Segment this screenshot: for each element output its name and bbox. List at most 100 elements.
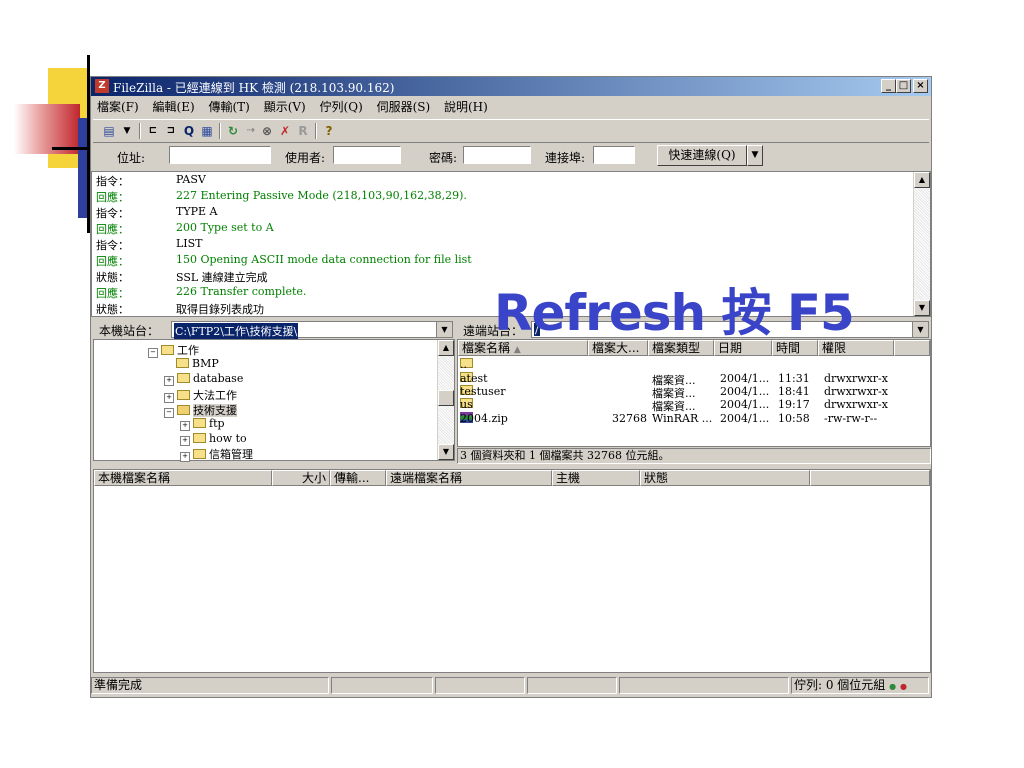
tree-item-label: 工作 [177, 344, 199, 357]
refresh-icon[interactable]: ↻ [225, 123, 241, 139]
file-permissions: drwxrwxr-x [824, 372, 888, 385]
chevron-down-icon[interactable]: ▼ [912, 322, 928, 337]
queue-column-status[interactable]: 狀態 [640, 470, 810, 486]
toggle-log-icon[interactable]: ⊏ [145, 123, 161, 139]
help-icon[interactable]: ? [321, 123, 337, 139]
file-time: 11:31 [778, 372, 810, 385]
transfer-queue: 本機檔案名稱 大小 傳輸... 遠端檔案名稱 主機 狀態 [93, 469, 931, 673]
search-icon[interactable]: Q [181, 123, 197, 139]
folder-icon [193, 433, 206, 443]
site-manager-icon[interactable]: ▤ [101, 123, 117, 139]
log-scrollbar[interactable]: ▲ ▼ [913, 172, 930, 316]
local-path-value: C:\FTP2\工作\技術支援\ [174, 323, 299, 339]
file-date: 2004/1... [720, 398, 770, 411]
chevron-down-icon[interactable]: ▼ [436, 322, 452, 337]
tree-item[interactable]: + how to [180, 432, 247, 447]
queue-column-local[interactable]: 本機檔案名稱 [94, 470, 272, 486]
receive-led-icon: ● [899, 682, 907, 691]
maximize-button[interactable]: □ [896, 79, 911, 93]
expand-icon[interactable]: + [180, 421, 190, 431]
port-input[interactable] [593, 146, 635, 164]
scroll-up-icon[interactable]: ▲ [914, 172, 930, 188]
open-folder-icon [177, 405, 190, 415]
file-date: 2004/1... [720, 412, 770, 425]
queue-column-remote[interactable]: 遠端檔案名稱 [386, 470, 552, 486]
status-bar: 準備完成 佇列: 0 個位元組 ● ● [91, 676, 931, 696]
collapse-icon[interactable]: − [164, 408, 174, 418]
status-panel [435, 677, 525, 694]
queue-column-transfer[interactable]: 傳輸... [330, 470, 386, 486]
reconnect-icon[interactable]: R [295, 123, 311, 139]
tree-item[interactable]: + 大法工作 [164, 387, 237, 403]
file-time: 10:58 [778, 412, 810, 425]
cancel-icon[interactable]: ⊗ [259, 123, 275, 139]
scroll-up-icon[interactable]: ▲ [438, 340, 454, 356]
log-kind: 回應： [96, 287, 129, 300]
file-row[interactable]: 2004.zip 32768 WinRAR ... 2004/1... 10:5… [458, 412, 930, 426]
menu-edit[interactable]: 編輯(E) [153, 100, 195, 114]
log-message: SSL 連線建立完成 [176, 271, 268, 284]
title-bar[interactable]: Z FileZilla - 已經連線到 HK 檢測 (218.103.90.16… [91, 77, 931, 96]
tree-item[interactable]: − 工作 [148, 342, 199, 358]
local-path-combo[interactable]: C:\FTP2\工作\技術支援\ ▼ [171, 321, 453, 339]
remote-summary: 3 個資料夾和 1 個檔案共 32768 位元組。 [457, 448, 931, 464]
scroll-down-icon[interactable]: ▼ [914, 300, 930, 316]
collapse-icon[interactable]: − [148, 348, 158, 358]
file-row[interactable]: .. [458, 358, 930, 372]
tree-item[interactable]: + 信箱管理 [180, 446, 253, 462]
folder-icon [177, 390, 190, 400]
send-led-icon: ● [889, 682, 897, 691]
expand-icon[interactable]: + [180, 452, 190, 462]
log-message: 227 Entering Passive Mode (218,103,90,16… [176, 189, 467, 202]
host-input[interactable] [169, 146, 271, 164]
file-row[interactable]: testuser 檔案資... 2004/1... 18:41 drwxrwxr… [458, 385, 930, 400]
menu-transfer[interactable]: 傳輸(T) [208, 100, 249, 114]
queue-column-host[interactable]: 主機 [552, 470, 640, 486]
status-queue-label: 佇列: 0 個位元組 [794, 678, 886, 692]
menu-server[interactable]: 伺服器(S) [377, 100, 431, 114]
minimize-button[interactable]: _ [881, 79, 896, 93]
disconnect-icon[interactable]: ✗ [277, 123, 293, 139]
menu-view[interactable]: 顯示(V) [264, 100, 306, 114]
scroll-down-icon[interactable]: ▼ [438, 444, 454, 460]
file-row[interactable]: us 檔案資... 2004/1... 19:17 drwxrwxr-x [458, 398, 930, 413]
status-panel [619, 677, 789, 694]
folder-icon [161, 345, 174, 355]
file-row[interactable]: atest 檔案資... 2004/1... 11:31 drwxrwxr-x [458, 372, 930, 387]
file-permissions: drwxrwxr-x [824, 385, 888, 398]
user-input[interactable] [333, 146, 401, 164]
tree-item-label: BMP [192, 357, 219, 370]
expand-icon[interactable]: + [180, 436, 190, 446]
folder-icon [177, 373, 190, 383]
tree-item[interactable]: + ftp [180, 417, 225, 432]
log-kind: 回應： [96, 255, 129, 268]
dropdown-arrow-icon[interactable]: ▼ [119, 123, 135, 139]
process-queue-icon[interactable]: ⇢ [243, 123, 259, 139]
toggle-tree-icon[interactable]: ⊐ [163, 123, 179, 139]
status-queue: 佇列: 0 個位元組 ● ● [791, 677, 929, 694]
tree-item-label: 技術支援 [193, 404, 237, 417]
tree-item[interactable]: + database [164, 372, 243, 387]
menu-queue[interactable]: 佇列(Q) [320, 100, 363, 114]
expand-icon[interactable]: + [164, 376, 174, 386]
queue-column-size[interactable]: 大小 [272, 470, 330, 486]
file-name-label: testuser [460, 385, 506, 398]
tree-scrollbar[interactable]: ▲ ▼ [437, 340, 454, 460]
quickconnect-dropdown-icon[interactable]: ▼ [747, 145, 763, 166]
menu-help[interactable]: 說明(H) [444, 100, 488, 114]
quickconnect-bar: 位址: 使用者: 密碼: 連接埠: 快速連線(Q) ▼ [93, 143, 929, 169]
log-kind: 狀態： [96, 271, 129, 284]
scroll-thumb[interactable] [438, 390, 454, 406]
log-kind: 指令： [96, 207, 129, 220]
close-button[interactable]: × [913, 79, 928, 93]
status-panel [527, 677, 617, 694]
menu-file[interactable]: 檔案(F) [97, 100, 139, 114]
tree-item[interactable]: BMP [176, 357, 219, 372]
password-input[interactable] [463, 146, 531, 164]
local-site-label: 本機站台： [99, 324, 160, 338]
file-permissions: drwxrwxr-x [824, 398, 888, 411]
quickconnect-button[interactable]: 快速連線(Q) [657, 145, 747, 166]
tree-item[interactable]: − 技術支援 [164, 402, 237, 418]
toolbar-separator [315, 123, 317, 139]
queue-icon[interactable]: ▦ [199, 123, 215, 139]
